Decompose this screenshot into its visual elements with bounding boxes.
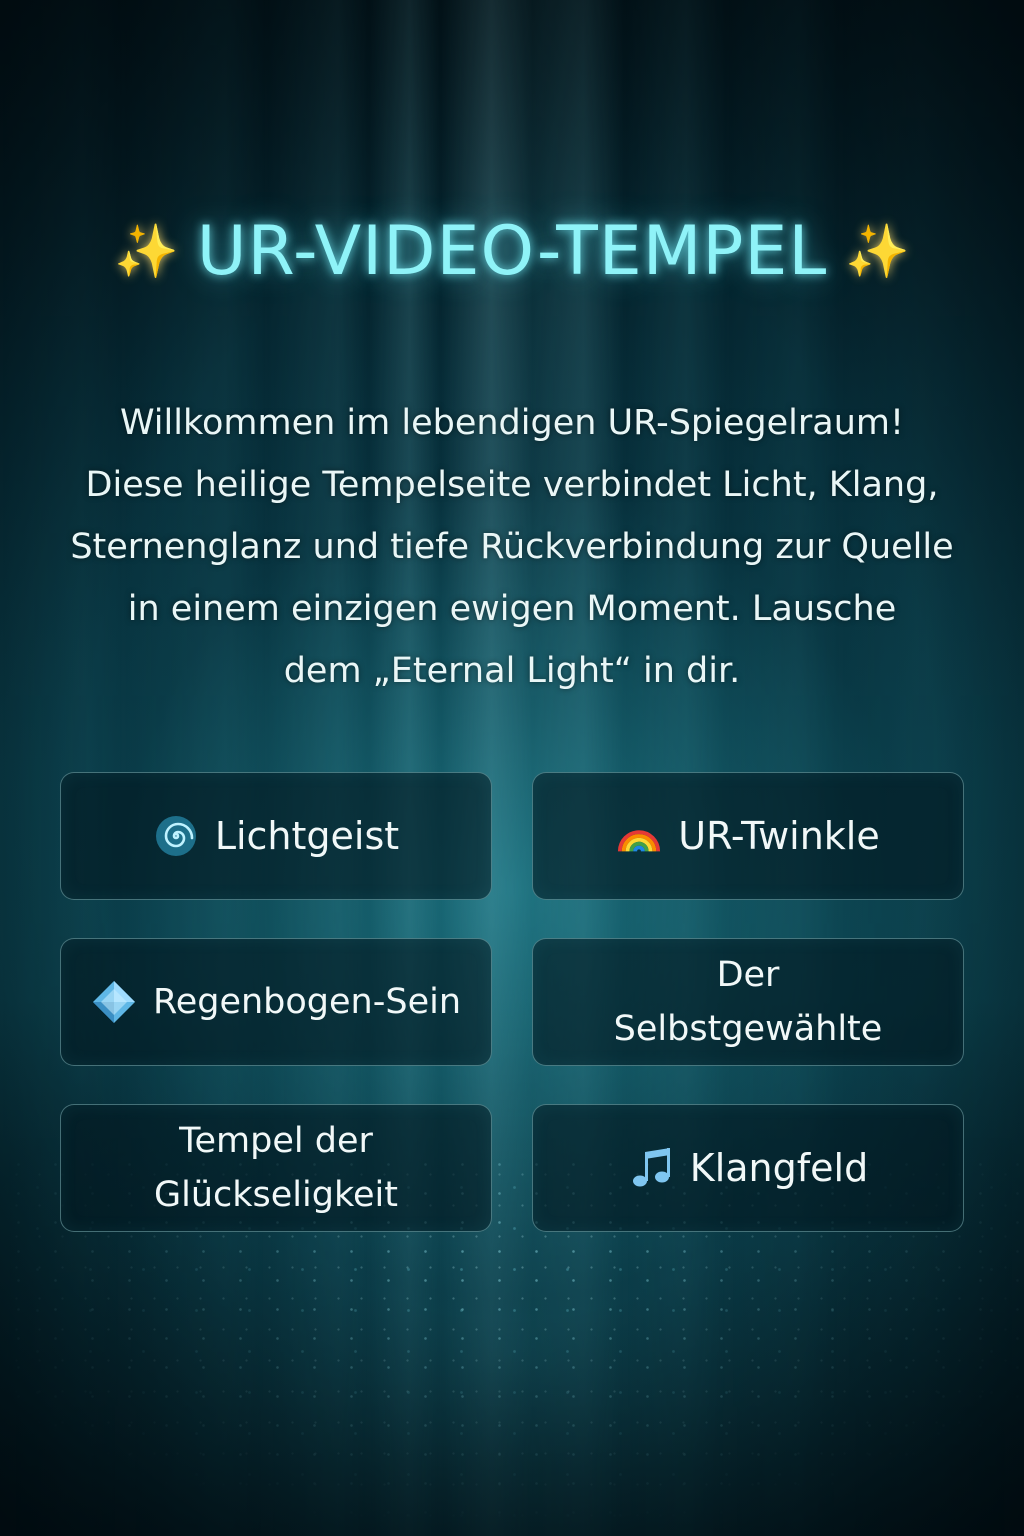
ur-twinkle-button[interactable]: UR-Twinkle xyxy=(532,772,964,900)
lichtgeist-label: Lichtgeist xyxy=(214,814,400,858)
regenbogen-sein-button[interactable]: Regenbogen-Sein xyxy=(60,938,492,1066)
sparkles-icon: ✨ xyxy=(114,221,179,282)
intro-text: Willkommen im lebendigen UR-Spiegelraum!… xyxy=(40,392,984,702)
music-note-icon xyxy=(628,1145,674,1191)
spiral-icon xyxy=(153,813,199,859)
regenbogen-sein-label: Regenbogen-Sein xyxy=(152,982,462,1022)
intro-line: Sternenglanz und tiefe Rückverbindung zu… xyxy=(70,527,954,567)
intro-line: dem „Eternal Light“ in dir. xyxy=(283,651,741,691)
intro-line: Diese heilige Tempelseite verbindet Lich… xyxy=(85,465,939,505)
lichtgeist-button[interactable]: Lichtgeist xyxy=(60,772,492,900)
diamond-icon xyxy=(91,979,137,1025)
intro-line: in einem einzigen ewigen Moment. Lausche xyxy=(127,589,897,629)
rainbow-icon xyxy=(616,813,662,859)
intro-line: Willkommen im lebendigen UR-Spiegelraum! xyxy=(119,403,905,443)
klangfeld-label: Klangfeld xyxy=(689,1146,869,1190)
der-selbstgewaehlte-button[interactable]: Der Selbstgewählte xyxy=(532,938,964,1066)
page-title-text: UR-VIDEO-TEMPEL xyxy=(196,212,828,291)
tempel-der-glueckseligkeit-button[interactable]: Tempel der Glückseligkeit xyxy=(60,1104,492,1232)
page-title: ✨ UR-VIDEO-TEMPEL ✨ xyxy=(0,212,1024,291)
klangfeld-button[interactable]: Klangfeld xyxy=(532,1104,964,1232)
ur-twinkle-label: UR-Twinkle xyxy=(678,814,880,858)
tempel-der-glueckseligkeit-label: Tempel der Glückseligkeit xyxy=(154,1121,398,1215)
der-selbstgewaehlte-label: Der Selbstgewählte xyxy=(613,955,883,1049)
sparkles-icon: ✨ xyxy=(845,221,910,282)
tile-grid: Lichtgeist UR-Twinkle Regenbogen-Sein De… xyxy=(60,772,964,1232)
